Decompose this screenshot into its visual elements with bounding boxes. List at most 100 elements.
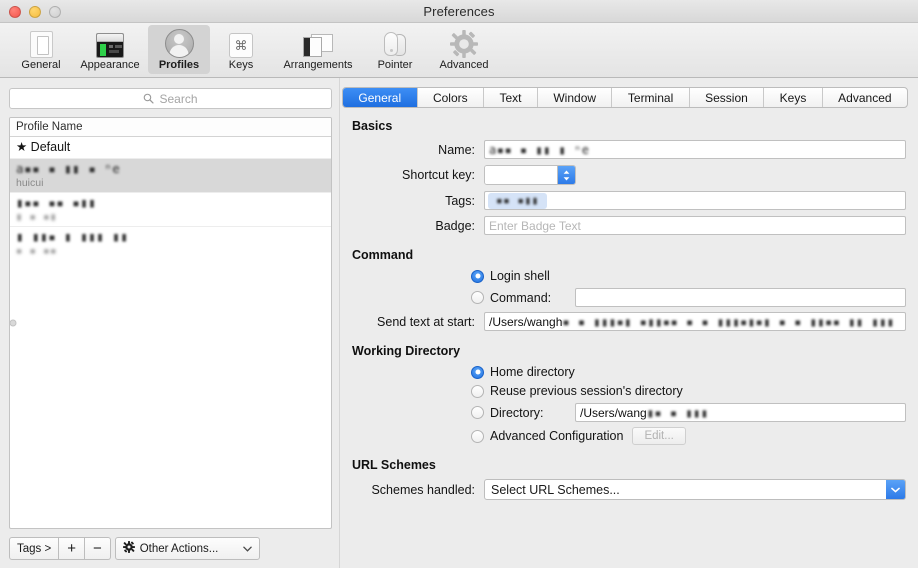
send-text-row: Send text at start: /Users/wangh ▪ ▪ ▮▮▮▪… — [352, 312, 906, 331]
home-directory-indent — [352, 365, 484, 379]
profile-settings-pane: General Colors Text Window Terminal Sess… — [340, 78, 918, 568]
chevron-down-icon[interactable] — [886, 480, 905, 499]
shortcut-key-field[interactable] — [485, 166, 557, 184]
schemes-handled-label: Schemes handled: — [371, 482, 475, 497]
profiles-icon — [162, 28, 196, 58]
list-item[interactable]: ▮▪▪ ▪▪ ▪▮▮ ▮ ▪ ▪▮ — [10, 193, 331, 227]
profile-list[interactable]: Profile Name ★ Default a▪▪ ▪ ▮▮ ▪ ⁿe hui… — [9, 117, 332, 529]
toolbar-label-appearance: Appearance — [80, 59, 140, 71]
advanced-gear-icon — [447, 28, 481, 58]
home-directory-radio[interactable] — [471, 365, 484, 379]
send-text-value-visible: /Users/wangh — [489, 314, 563, 329]
directory-field[interactable]: /Users/wang ▮▪ ▪ ▮▮▮ — [575, 403, 906, 422]
badge-row: Badge: Enter Badge Text — [352, 216, 906, 235]
tag-token[interactable]: ▪▪ ▪▮▮ — [488, 192, 547, 209]
toolbar-label-general: General — [21, 59, 61, 71]
panel-bottom-strip — [342, 552, 908, 560]
search-icon — [143, 93, 155, 104]
tags-button[interactable]: Tags > — [9, 537, 60, 560]
working-directory-heading: Working Directory — [352, 344, 461, 358]
pointer-icon — [378, 28, 412, 58]
list-item[interactable]: ★ Default — [10, 137, 331, 159]
advanced-configuration-indent — [352, 429, 484, 443]
remove-profile-button[interactable]: − — [84, 537, 111, 560]
window-titlebar: Preferences — [0, 0, 918, 23]
advanced-configuration-radio[interactable] — [471, 429, 484, 443]
name-field[interactable]: a▪▪ ▪ ▮▮ ▮ ⁿe — [484, 140, 906, 159]
command-label: Command: — [490, 290, 552, 305]
schemes-handled-select[interactable]: Select URL Schemes... — [484, 479, 906, 500]
shortcut-key-row: Shortcut key: — [352, 165, 906, 185]
tab-session[interactable]: Session — [690, 88, 765, 107]
tab-keys[interactable]: Keys — [764, 88, 823, 107]
reuse-session-radio[interactable] — [471, 384, 484, 398]
shortcut-key-label: Shortcut key: — [402, 168, 475, 182]
add-profile-button[interactable]: + — [59, 537, 85, 560]
tab-general[interactable]: General — [343, 88, 418, 107]
toolbar-label-advanced: Advanced — [439, 59, 489, 71]
toolbar-label-profiles: Profiles — [158, 59, 200, 71]
list-item[interactable]: ▮ ▮▮▪ ▮ ▮▮▮ ▮▮ ▪ ▪ ▪▪ — [10, 227, 331, 260]
tab-colors[interactable]: Colors — [418, 88, 485, 107]
send-text-field[interactable]: /Users/wangh ▪ ▪ ▮▮▮▪▮ ▪▮▮▪▪ ▪ ▪ ▮▮▮▪▮▪▮ … — [484, 312, 906, 331]
shortcut-key-combobox[interactable] — [484, 165, 576, 185]
tags-field[interactable]: ▪▪ ▪▮▮ — [484, 191, 906, 210]
profile-subtitle: huicui — [16, 177, 44, 189]
login-shell-radio[interactable] — [471, 269, 484, 283]
url-schemes-heading: URL Schemes — [352, 458, 436, 472]
profile-list-rows: ★ Default a▪▪ ▪ ▮▮ ▪ ⁿe huicui ▮▪▪ ▪▪ ▪▮… — [10, 137, 331, 528]
reuse-session-indent — [352, 384, 484, 398]
preferences-window: Preferences General Appearance Profiles … — [0, 0, 918, 568]
chevron-down-icon — [242, 543, 252, 555]
profile-subtitle: ▮ ▪ ▪▮ — [16, 211, 57, 223]
directory-radio[interactable] — [471, 406, 484, 419]
command-field[interactable] — [575, 288, 906, 307]
login-shell-indent — [352, 269, 484, 283]
profile-list-toolbar: Tags > + − Other Actions... — [9, 537, 332, 560]
split-handle[interactable] — [9, 319, 17, 327]
url-schemes-section: URL Schemes Schemes handled: Select URL … — [352, 458, 906, 500]
directory-indent — [352, 406, 484, 419]
badge-label: Badge: — [435, 218, 475, 233]
name-value: a▪▪ ▪ ▮▮ ▮ ⁿe — [489, 142, 590, 157]
toolbar-item-profiles[interactable]: Profiles — [148, 25, 210, 74]
tab-advanced[interactable]: Advanced — [823, 88, 907, 107]
toolbar-item-appearance[interactable]: Appearance — [72, 25, 148, 74]
tab-window[interactable]: Window — [538, 88, 613, 107]
toolbar-item-arrangements[interactable]: Arrangements — [272, 25, 364, 74]
search-placeholder: Search — [159, 91, 198, 106]
toolbar-label-pointer: Pointer — [377, 59, 413, 71]
gear-icon — [122, 541, 135, 556]
list-item[interactable]: a▪▪ ▪ ▮▮ ▪ ⁿe huicui — [10, 159, 331, 193]
preferences-toolbar: General Appearance Profiles ⌘ Keys Arran… — [0, 23, 918, 78]
toolbar-item-keys[interactable]: ⌘ Keys — [210, 25, 272, 74]
login-shell-label: Login shell — [490, 269, 550, 283]
arrangements-icon — [301, 28, 335, 58]
command-radio[interactable] — [471, 291, 484, 304]
toolbar-item-pointer[interactable]: Pointer — [364, 25, 426, 74]
profile-name: a▪▪ ▪ ▮▮ ▪ ⁿe — [16, 161, 121, 176]
toolbar-item-general[interactable]: General — [10, 25, 72, 74]
toolbar-item-advanced[interactable]: Advanced — [426, 25, 502, 74]
stepper-up-down-icon[interactable] — [557, 166, 575, 184]
directory-row: Directory: /Users/wang ▮▪ ▪ ▮▮▮ — [352, 403, 906, 422]
send-text-value-redacted: ▪ ▪ ▮▮▮▪▮ ▪▮▮▪▪ ▪ ▪ ▮▮▮▪▮▪▮ ▪ ▪ ▮▮▪▪ ▮▮ … — [562, 314, 895, 329]
login-shell-row: Login shell — [352, 269, 906, 283]
command-section: Command Login shell Command: Send text a… — [352, 248, 906, 331]
toolbar-label-arrangements: Arrangements — [283, 59, 353, 71]
other-actions-button[interactable]: Other Actions... — [114, 537, 260, 560]
preferences-content: Search Profile Name ★ Default a▪▪ ▪ ▮▮ ▪… — [0, 78, 918, 568]
profile-subtitle: ▪ ▪ ▪▪ — [16, 245, 57, 257]
search-input[interactable]: Search — [9, 88, 332, 109]
appearance-icon — [93, 28, 127, 58]
reuse-session-row: Reuse previous session's directory — [352, 384, 906, 398]
basics-section: Basics Name: a▪▪ ▪ ▮▮ ▮ ⁿe Shortcut key: — [352, 119, 906, 235]
keys-icon: ⌘ — [224, 28, 258, 58]
profile-tabbar: General Colors Text Window Terminal Sess… — [342, 87, 908, 108]
name-label: Name: — [438, 142, 475, 157]
home-directory-label: Home directory — [490, 365, 575, 379]
tab-text[interactable]: Text — [484, 88, 538, 107]
tab-terminal[interactable]: Terminal — [612, 88, 690, 107]
reuse-session-label: Reuse previous session's directory — [490, 384, 683, 398]
badge-field[interactable]: Enter Badge Text — [484, 216, 906, 235]
